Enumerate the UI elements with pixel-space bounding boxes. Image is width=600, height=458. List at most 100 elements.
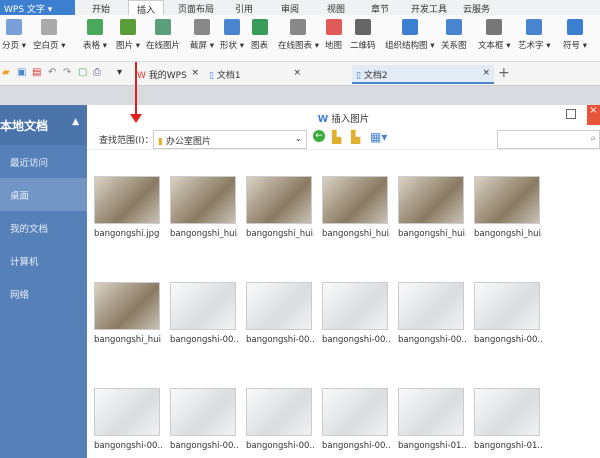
sidebar-header[interactable]: 本地文档 ▲ [0,105,87,145]
ribbon-button[interactable]: 关系图 [441,19,467,51]
open-icon[interactable]: ▰ [2,67,10,78]
tab-cloud[interactable]: 云服务 [463,2,490,15]
ribbon-button[interactable]: 空白页 ▾ [33,19,65,51]
ribbon-label: 艺术字 ▾ [518,41,551,51]
sidebar-item-documents[interactable]: 我的文档 [0,211,87,244]
file-name: bangongshi_hui... [474,229,542,239]
file-item[interactable]: bangongshi-00... [170,282,238,345]
dialog-title: 插入图片 [331,114,370,125]
app-logo: WPS 文字 [4,5,45,15]
customize-icon[interactable]: ▾ [117,67,122,78]
ribbon-icon [325,19,342,35]
thumbnail [474,176,540,224]
thumbnail [398,388,464,436]
sidebar-item-desktop[interactable]: 桌面 [0,178,87,211]
file-item[interactable]: bangongshi-00... [246,388,314,451]
undo-icon[interactable]: ↶ [48,67,56,78]
file-item[interactable]: bangongshi_hui... [474,176,542,239]
ribbon-icon [86,19,103,35]
ribbon-icon [486,19,503,35]
close-icon[interactable]: × [191,68,199,78]
file-item[interactable]: bangongshi-00... [322,282,390,345]
tab-insert[interactable]: 插入 [128,0,165,16]
file-item[interactable]: bangongshi-01... [398,388,466,451]
file-item[interactable]: bangongshi-00... [246,282,314,345]
ribbon-button[interactable]: 表格 ▾ [83,19,107,51]
document-background [0,86,600,105]
new-tab-icon[interactable]: + [498,65,510,81]
redo-icon[interactable]: ↷ [63,67,71,78]
file-name: bangongshi_hui... [246,229,314,239]
sidebar-item-computer[interactable]: 计算机 [0,244,87,277]
file-item[interactable]: bangongshi-00... [170,388,238,451]
ribbon-label: 图片 ▾ [116,41,140,51]
file-item[interactable]: bangongshi_hui... [246,176,314,239]
view-menu-icon[interactable]: ▦▾ [370,130,387,144]
ribbon-icon [290,19,307,35]
ribbon-button[interactable]: 艺术字 ▾ [518,19,550,51]
close-button[interactable]: × [587,105,600,125]
thumbnail [474,388,540,436]
tab-view[interactable]: 视图 [327,2,345,15]
look-in-select[interactable]: ▮ 办公室图片 ⌄ [153,130,307,149]
sidebar-item-network[interactable]: 网络 [0,277,87,310]
ribbon-label: 文本框 ▾ [478,41,511,51]
doc-tab-doc2[interactable]: ▯ 文档2 × [352,65,494,84]
file-item[interactable]: bangongshi_hui... [322,176,390,239]
preview-icon[interactable]: ▢ [78,67,87,78]
file-item[interactable]: bangongshi-00... [474,282,542,345]
close-icon[interactable]: × [293,68,301,78]
search-input[interactable]: ⌕ [497,130,600,149]
file-item[interactable]: bangongshi-00... [398,282,466,345]
ribbon-label: 截屏 ▾ [190,41,214,51]
ribbon-button[interactable]: 二维码 [350,19,376,51]
ribbon-button[interactable]: 地图 [325,19,342,51]
ribbon-button[interactable]: 形状 ▾ [220,19,244,51]
tab-home[interactable]: 开始 [92,2,110,15]
tab-references[interactable]: 引用 [235,2,253,15]
ribbon-button[interactable]: 分页 ▾ [2,19,26,51]
pdf-icon[interactable]: ▤ [32,67,41,78]
ribbon-button[interactable]: 在线图片 [146,19,180,51]
ribbon-button[interactable]: 截屏 ▾ [190,19,214,51]
back-icon[interactable]: ← [313,130,325,142]
ribbon-icon [5,19,22,35]
tab-chapter[interactable]: 章节 [371,2,389,15]
new-folder-icon[interactable]: ▙ [351,130,360,144]
chevron-down-icon: ⌄ [294,134,302,144]
file-item[interactable]: bangongshi_hui... [170,176,238,239]
file-item[interactable]: bangongshi_hui... [398,176,466,239]
doc-tab-mywps[interactable]: W 我的WPS × [133,65,203,84]
ribbon-icon [119,19,136,35]
up-folder-icon[interactable]: ▙ [332,130,341,144]
insert-picture-dialog: W 插入图片 × 查找范围(I)： ▮ 办公室图片 ⌄ ← ▙ ▙ ▦▾ ⌕ ba… [87,105,600,458]
file-name: bangongshi-00... [322,335,390,345]
file-name: bangongshi-00... [170,335,238,345]
ribbon-label: 在线图表 ▾ [278,41,319,51]
file-name: bangongshi-00... [94,441,162,451]
file-item[interactable]: bangongshi-01... [474,388,542,451]
app-menu-button[interactable]: WPS 文字 ▾ [0,0,75,15]
ribbon-button[interactable]: 图片 ▾ [116,19,140,51]
file-item[interactable]: bangongshi_hui... [94,282,162,345]
save-icon[interactable]: ▣ [17,67,26,78]
ribbon-button[interactable]: 符号 ▾ [563,19,587,51]
ribbon-button[interactable]: 文本框 ▾ [478,19,510,51]
collapse-icon[interactable]: ▲ [72,117,79,127]
tab-layout[interactable]: 页面布局 [178,2,214,15]
ribbon-label: 在线图片 [146,41,181,51]
ribbon-button[interactable]: 图表 [251,19,268,51]
tab-review[interactable]: 审阅 [281,2,299,15]
close-icon[interactable]: × [482,68,490,78]
file-item[interactable]: bangongshi-00... [322,388,390,451]
ribbon: 分页 ▾ 空白页 ▾ 表格 ▾ 图片 ▾ 在线图片 截屏 ▾ 形状 ▾ 图表 在线图表 ▾ 地图二… [0,15,600,62]
print-icon[interactable]: ⎙ [93,67,101,78]
file-item[interactable]: bangongshi-00... [94,388,162,451]
ribbon-button[interactable]: 组织结构图 ▾ [385,19,434,51]
maximize-button[interactable] [566,109,576,119]
ribbon-button[interactable]: 在线图表 ▾ [278,19,319,51]
file-item[interactable]: bangongshi.jpg [94,176,162,239]
doc-tab-doc1[interactable]: ▯ 文档1 × [205,65,305,84]
tab-developer[interactable]: 开发工具 [411,2,447,15]
sidebar-item-recent[interactable]: 最近访问 [0,145,87,178]
